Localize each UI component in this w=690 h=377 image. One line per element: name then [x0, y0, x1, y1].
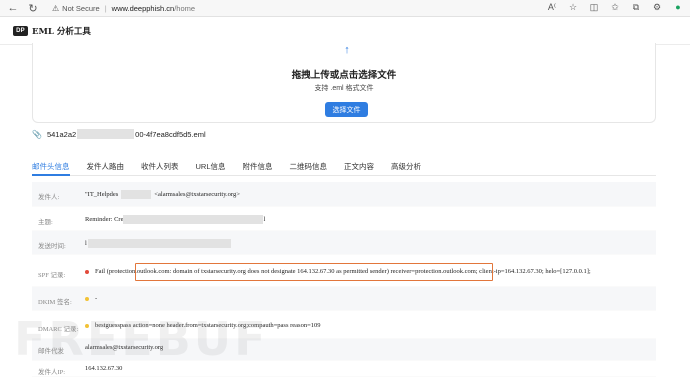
upload-subtitle: 支持 .eml 格式文件 [314, 85, 374, 92]
dkim-label: DKIM 签名: [38, 299, 72, 306]
sender-ip-label: 发件人IP: [38, 369, 66, 376]
detail-row-dkim: DKIM 签名: - [32, 287, 656, 311]
subject-value: Reminder: Cre l [85, 215, 265, 224]
spf-highlight-box [135, 263, 493, 281]
tab-recipient-list[interactable]: 收件人列表 [141, 155, 179, 175]
dkim-value: - [85, 295, 97, 302]
file-name-prefix: 541a2a2 [46, 129, 77, 139]
app-logo: DP [13, 25, 28, 36]
dkim-value-text: - [95, 295, 98, 302]
redacted-block [77, 129, 135, 139]
browser-actions: A⁽ ☆ ◫ ✩ ⧉ ⚙ ● [546, 2, 684, 13]
redacted-block [123, 215, 264, 224]
favorites-icon[interactable]: ✩ [609, 2, 621, 13]
read-aloud-icon[interactable]: A⁽ [546, 2, 558, 13]
tab-url-info[interactable]: URL信息 [196, 155, 226, 175]
file-name-suffix: 00-4f7ea8cdf5d5.eml [135, 129, 206, 139]
watermark-logo: FREEBUF [14, 312, 269, 366]
tab-sender-route[interactable]: 发件人路由 [87, 155, 125, 175]
url-host: www.deepphish.cn [111, 3, 175, 13]
sender-value-suffix: <alarmsales@txstarsecurity.org> [154, 190, 240, 198]
upload-dropzone[interactable]: ↑ 拖拽上传或点击选择文件 支持 .eml 格式文件 选择文件 [32, 43, 656, 123]
detail-row-spf: SPF 记录: Fail (protection.outlook.com: do… [32, 255, 656, 287]
address-separator: | [104, 3, 107, 13]
redacted-block [121, 190, 152, 199]
sent-time-label: 发送时间: [38, 243, 66, 250]
tab-advanced-analysis[interactable]: 高级分析 [391, 155, 421, 175]
url-path: /home [174, 3, 196, 13]
edge-copilot-icon[interactable]: ● [672, 2, 684, 13]
spf-value: Fail (protection.outlook.com: domain of … [85, 263, 591, 281]
uploaded-file: 📎 541a2a2 00-4f7ea8cdf5d5.eml [32, 129, 206, 139]
back-arrow-icon[interactable]: ← [6, 1, 20, 15]
sender-value: "IT_Helpdes <alarmsales@txstarsecurity.or… [85, 190, 240, 199]
sender-value-prefix: "IT_Helpdes [85, 190, 119, 198]
warning-status-dot [85, 296, 89, 301]
tab-attachment-info[interactable]: 附件信息 [243, 155, 273, 175]
extensions-icon[interactable]: ⚙ [651, 2, 663, 13]
tab-body-content[interactable]: 正文内容 [344, 155, 374, 175]
sent-time-value: l [85, 239, 231, 248]
redacted-block [87, 239, 231, 248]
subject-value-prefix: Reminder: Cre [85, 215, 124, 223]
collections-icon[interactable]: ⧉ [630, 2, 642, 13]
app-header: DP EML 分析工具 [0, 17, 690, 45]
fail-status-dot [85, 269, 89, 274]
choose-file-button[interactable]: 选择文件 [325, 102, 368, 117]
app-title: EML 分析工具 [32, 26, 91, 37]
tab-qrcode-info[interactable]: 二维码信息 [290, 155, 328, 175]
paperclip-icon: 📎 [32, 129, 42, 139]
subject-value-suffix: l [263, 215, 266, 223]
split-screen-icon[interactable]: ◫ [588, 2, 600, 13]
reload-icon[interactable]: ↻ [26, 1, 40, 15]
sent-time-value-prefix: l [85, 239, 87, 247]
browser-toolbar: ← ↻ ⚠ Not Secure | www.deepphish.cn/home… [0, 0, 690, 17]
warning-triangle-icon: ⚠ [52, 3, 60, 13]
detail-row-sent-time: 发送时间: l [32, 231, 656, 255]
tab-header-info[interactable]: 邮件头信息 [32, 155, 70, 176]
address-bar[interactable]: ⚠ Not Secure | www.deepphish.cn/home [52, 1, 195, 15]
analysis-tabs: 邮件头信息 发件人路由 收件人列表 URL信息 附件信息 二维码信息 正文内容 … [32, 155, 656, 176]
url-text: www.deepphish.cn/home [112, 4, 195, 13]
not-secure-label: Not Secure [62, 3, 100, 13]
upload-title: 拖拽上传或点击选择文件 [291, 70, 397, 81]
detail-row-subject: 主题: Reminder: Cre l [32, 207, 656, 231]
sender-ip-value: 164.132.67.30 [85, 365, 123, 372]
spf-label: SPF 记录: [38, 272, 66, 279]
upload-arrow-icon: ↑ [344, 44, 350, 56]
subject-label: 主题: [38, 219, 53, 226]
detail-row-sender: 发件人: "IT_Helpdes <alarmsales@txstarsecuri… [32, 182, 656, 207]
sender-label: 发件人: [38, 194, 60, 201]
favorite-star-icon[interactable]: ☆ [567, 2, 579, 13]
